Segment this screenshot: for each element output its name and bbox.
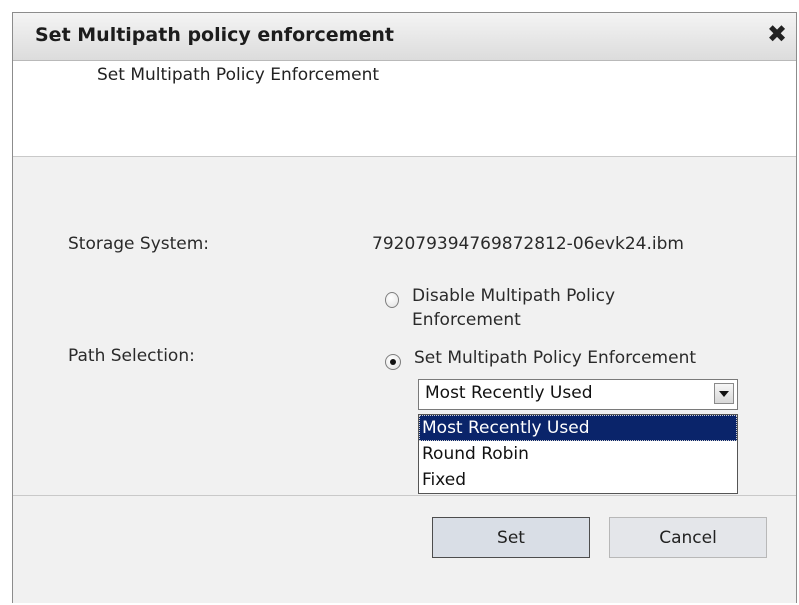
dialog-title: Set Multipath policy enforcement: [35, 24, 394, 46]
radio-disable[interactable]: [385, 292, 400, 308]
chevron-down-icon[interactable]: [714, 383, 734, 404]
path-selection-label: Path Selection:: [68, 346, 195, 366]
radio-set-row[interactable]: Set Multipath Policy Enforcement: [385, 346, 745, 370]
set-button[interactable]: Set: [432, 517, 590, 558]
option-round-robin[interactable]: Round Robin: [419, 441, 737, 467]
close-icon[interactable]: ✖: [764, 21, 790, 47]
storage-system-value: 792079394769872812-06evk24.ibm: [372, 234, 684, 254]
radio-disable-label: Disable Multipath Policy Enforcement: [412, 286, 616, 330]
storage-system-label: Storage System:: [68, 234, 210, 254]
header-text: Set Multipath Policy Enforcement: [97, 65, 380, 85]
policy-select-value: Most Recently Used: [425, 383, 593, 403]
option-fixed[interactable]: Fixed: [419, 467, 737, 493]
policy-dropdown-list: Most Recently Used Round Robin Fixed: [418, 414, 738, 494]
radio-set-label: Set Multipath Policy Enforcement: [414, 348, 697, 368]
option-most-recently-used[interactable]: Most Recently Used: [419, 415, 737, 441]
radio-disable-row[interactable]: Disable Multipath Policy Enforcement: [385, 284, 685, 332]
title-bar: Set Multipath policy enforcement ✖: [13, 13, 796, 61]
radio-set[interactable]: [385, 354, 401, 370]
cancel-button[interactable]: Cancel: [609, 517, 767, 558]
policy-select[interactable]: Most Recently Used: [418, 379, 738, 410]
header-pane: Set Multipath Policy Enforcement: [13, 61, 796, 157]
